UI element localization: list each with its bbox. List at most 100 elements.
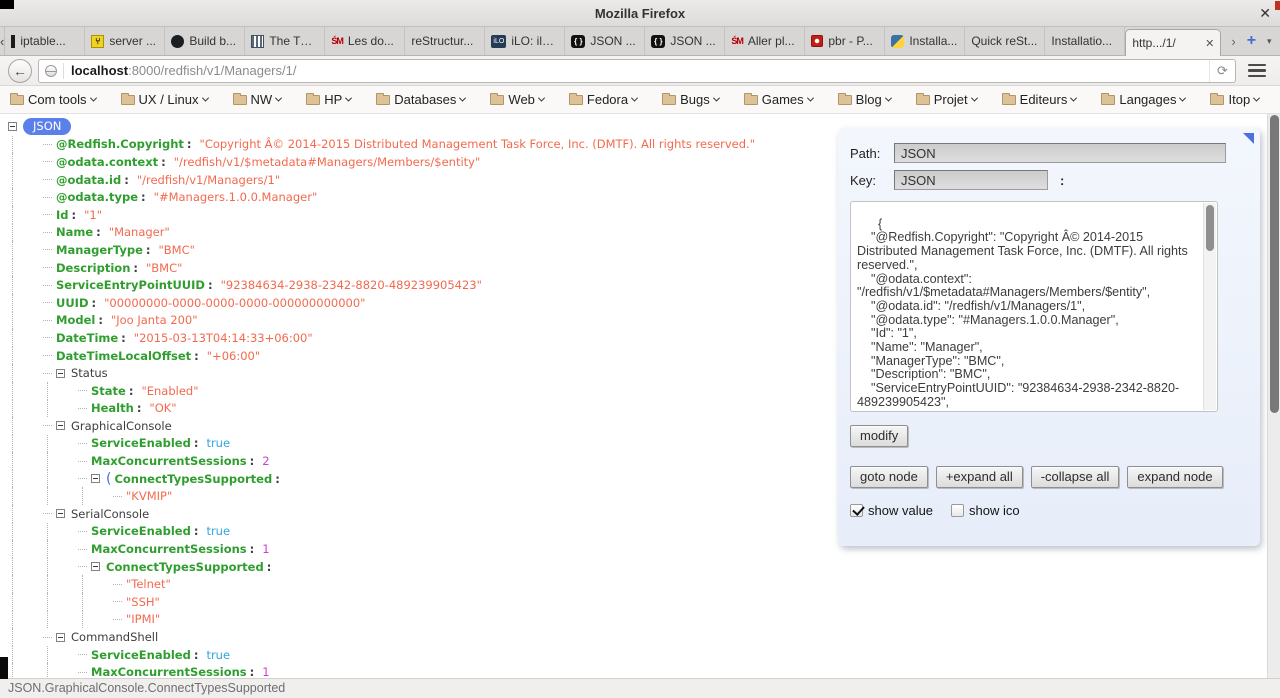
bookmark-folder-ux-linux[interactable]: UX / Linux <box>121 92 208 107</box>
tab-http-1[interactable]: http.../1/✕ <box>1125 29 1221 56</box>
key-input[interactable]: JSON <box>894 170 1048 190</box>
tree-guide-line <box>12 470 43 488</box>
tab-scroll-right-icon[interactable]: › <box>1231 34 1235 49</box>
tab-json[interactable]: { }JSON ... <box>645 27 725 55</box>
tree-leaf-value[interactable]: "IPMI" <box>8 611 1280 629</box>
show-value-checkbox[interactable]: show value <box>850 503 933 518</box>
tree-connector-line <box>43 179 52 180</box>
bookmark-folder-fedora[interactable]: Fedora <box>569 92 637 107</box>
tab-ilo-ilo[interactable]: iLOiLO: ilo... <box>485 27 565 55</box>
bookmark-folder-com-tools[interactable]: Com tools <box>10 92 96 107</box>
list-all-tabs-icon[interactable]: ▾ <box>1267 36 1272 47</box>
modify-button[interactable]: modify <box>850 425 908 447</box>
page-scrollbar-thumb[interactable] <box>1270 115 1279 413</box>
bookmark-label: Bugs <box>680 92 710 107</box>
bookmark-folder-nw[interactable]: NW <box>233 92 282 107</box>
tab-quick-rest[interactable]: Quick reSt... <box>965 27 1045 55</box>
bookmark-folder-editeurs[interactable]: Editeurs <box>1002 92 1077 107</box>
new-tab-icon[interactable]: + <box>1247 32 1256 50</box>
tree-connector-line <box>78 549 87 550</box>
bookmark-folder-itop[interactable]: Itop <box>1210 92 1259 107</box>
chevron-down-icon <box>1070 95 1077 102</box>
checkbox-unchecked-icon[interactable] <box>951 504 964 517</box>
bookmark-folder-bugs[interactable]: Bugs <box>662 92 719 107</box>
tree-guide-line <box>12 417 43 435</box>
goto-node-button[interactable]: goto node <box>850 466 928 488</box>
textarea-scrollbar-thumb[interactable] <box>1206 205 1214 251</box>
node-colon: : <box>141 190 146 204</box>
collapse-all-button[interactable]: -collapse all <box>1031 466 1120 488</box>
bookmark-folder-games[interactable]: Games <box>744 92 813 107</box>
bookmark-folder-databases[interactable]: Databases <box>376 92 465 107</box>
checkbox-checked-icon[interactable] <box>850 504 863 517</box>
node-colon: : <box>72 208 77 222</box>
node-colon: : <box>194 349 199 363</box>
tab-installatio[interactable]: Installatio... <box>1045 27 1125 55</box>
tree-node-serviceenabled[interactable]: ServiceEnabled:true <box>8 646 1280 664</box>
tree-leaf-value[interactable]: "SSH" <box>8 593 1280 611</box>
tab-installa[interactable]: Installa... <box>885 27 965 55</box>
back-button[interactable]: ← <box>8 59 32 83</box>
collapse-toggle-icon[interactable] <box>56 509 65 518</box>
json-textarea[interactable]: { "@Redfish.Copyright": "Copyright Â© 20… <box>850 201 1218 412</box>
collapse-toggle-icon[interactable] <box>56 421 65 430</box>
path-input[interactable]: JSON <box>894 143 1226 163</box>
textarea-scrollbar[interactable] <box>1203 203 1216 410</box>
tab-json[interactable]: { }JSON ... <box>565 27 645 55</box>
collapse-toggle-icon[interactable] <box>8 122 17 131</box>
page-scrollbar[interactable] <box>1267 114 1280 678</box>
folder-icon <box>10 95 24 105</box>
tab-the-to[interactable]: The TO... <box>245 27 325 55</box>
bookmark-folder-web[interactable]: Web <box>490 92 544 107</box>
tree-node-commandshell[interactable]: CommandShell <box>8 628 1280 646</box>
bookmark-folder-projet[interactable]: Projet <box>916 92 977 107</box>
tab-build-b[interactable]: Build b... <box>165 27 245 55</box>
url-bar[interactable]: localhost :8000/redfish/v1/Managers/1/ ⟳ <box>38 59 1236 83</box>
bookmark-folder-langages[interactable]: Langages <box>1101 92 1185 107</box>
tree-guide-line <box>12 364 43 382</box>
tree-guide-line <box>82 575 113 593</box>
tree-guide-line <box>12 663 43 678</box>
node-key: CommandShell <box>71 630 158 644</box>
tab-label: JSON ... <box>590 34 638 48</box>
panel-collapse-triangle-icon[interactable] <box>1243 133 1254 144</box>
bookmarks-folders: Com tools UX / Linux NW HP Databases Web Fedor… <box>10 92 1280 107</box>
tab-aller-pl[interactable]: ŚMAller pl... <box>725 27 805 55</box>
tab-iptable[interactable]: iptable... <box>5 27 85 55</box>
node-value: "Joo Janta 200" <box>111 313 198 327</box>
tab-les-do[interactable]: ŚMLes do... <box>325 27 405 55</box>
folder-icon <box>306 95 320 105</box>
window-close-icon[interactable]: ✕ <box>1259 5 1271 22</box>
window-title-bar: Mozilla Firefox ✕ <box>0 0 1280 27</box>
site-identity-globe-icon[interactable] <box>45 65 57 77</box>
expand-all-button[interactable]: +expand all <box>936 466 1023 488</box>
selected-node-label[interactable]: JSON <box>23 118 71 135</box>
node-value: true <box>206 524 230 538</box>
show-ico-checkbox[interactable]: show ico <box>951 503 1020 518</box>
expand-node-button[interactable]: expand node <box>1127 466 1222 488</box>
chevron-down-icon <box>201 95 208 102</box>
tree-guide-line <box>47 646 78 664</box>
window-title: Mozilla Firefox <box>595 6 685 21</box>
tree-leaf-value[interactable]: "Telnet" <box>8 575 1280 593</box>
reload-icon[interactable]: ⟳ <box>1209 60 1235 82</box>
tree-guide-line <box>47 452 78 470</box>
hamburger-menu-icon[interactable] <box>1242 59 1272 82</box>
bookmark-label: Blog <box>856 92 882 107</box>
collapse-toggle-icon[interactable] <box>56 369 65 378</box>
collapse-toggle-icon[interactable] <box>56 633 65 642</box>
tab-server[interactable]: ⑂server ... <box>85 27 165 55</box>
tab-close-icon[interactable]: ✕ <box>1205 37 1214 50</box>
bookmark-folder-blog[interactable]: Blog <box>838 92 891 107</box>
bookmark-label: NW <box>251 92 273 107</box>
node-value: "IPMI" <box>126 612 160 626</box>
tree-node-connecttypessupported[interactable]: ConnectTypesSupported: <box>8 558 1280 576</box>
bookmark-folder-hp[interactable]: HP <box>306 92 351 107</box>
collapse-toggle-icon[interactable] <box>91 562 100 571</box>
bookmark-label: HP <box>324 92 342 107</box>
tree-node-maxconcurrentsessions[interactable]: MaxConcurrentSessions:1 <box>8 663 1280 678</box>
node-key: Health <box>91 401 134 415</box>
collapse-toggle-icon[interactable] <box>91 474 100 483</box>
tab-pbr-p[interactable]: pbr - P... <box>805 27 885 55</box>
tab-restructur[interactable]: reStructur... <box>405 27 485 55</box>
